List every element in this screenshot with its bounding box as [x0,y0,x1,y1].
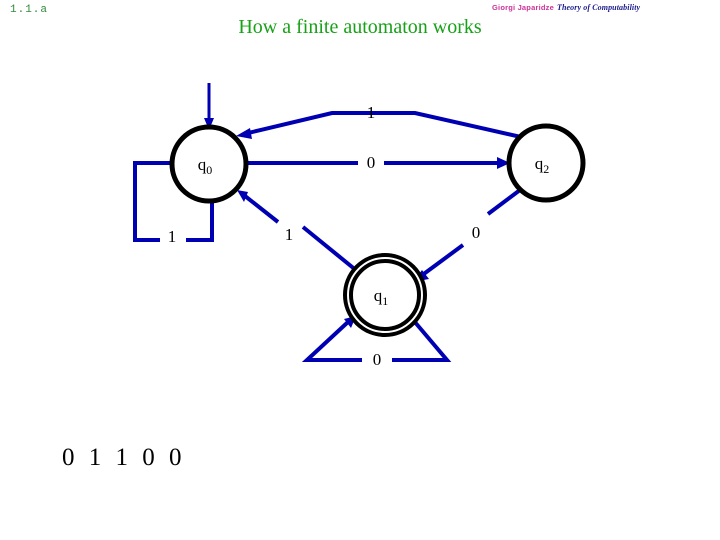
transition-q0-to-q2: 0 [247,153,510,172]
edge-label-q0-q2: 0 [367,153,376,172]
edge-label-q1-q0: 1 [285,225,294,244]
state-q2[interactable]: q2 [506,123,586,203]
edge-label-q0-q0: 1 [168,227,177,246]
presentation-slide: 1.1.a Giorgi Japaridze Theory of Computa… [0,0,720,540]
transition-q1-to-q0: 1 [237,190,359,273]
input-string: 0 1 1 0 0 [62,444,186,471]
state-q0[interactable]: q0 [169,124,249,204]
edge-label-q2-q0: 1 [367,103,376,122]
state-q1[interactable]: q1 [343,253,427,337]
transition-q2-to-q1: 0 [413,188,522,282]
edge-label-q1-q1: 0 [373,350,382,369]
transition-q2-to-q0: 1 [236,103,522,139]
edge-label-q2-q1: 0 [472,223,481,242]
start-arrow [204,83,214,130]
